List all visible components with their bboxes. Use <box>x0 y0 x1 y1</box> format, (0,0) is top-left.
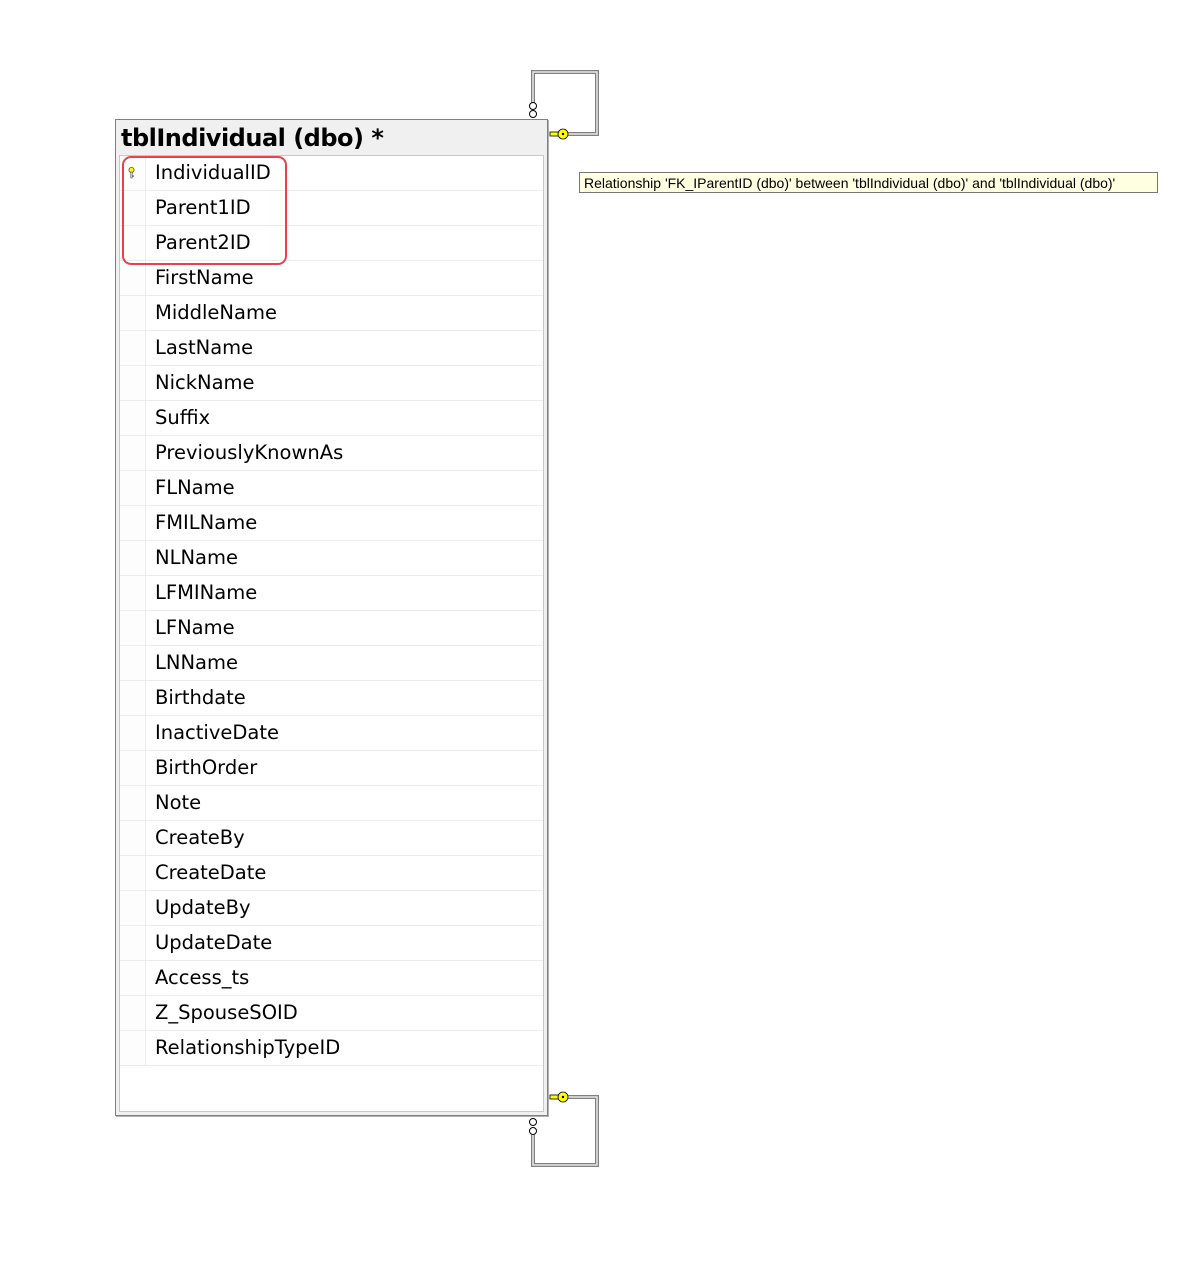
key-icon <box>549 1091 569 1103</box>
column-row[interactable]: Z_SpouseSOID <box>120 996 543 1031</box>
column-name: Access_ts <box>155 966 250 989</box>
column-name: Note <box>155 791 202 814</box>
column-row[interactable]: LastName <box>120 331 543 366</box>
column-row[interactable]: LFName <box>120 611 543 646</box>
column-name: FMILName <box>155 511 258 534</box>
row-selector[interactable] <box>120 471 146 505</box>
column-row[interactable]: BirthOrder <box>120 751 543 786</box>
row-selector[interactable] <box>120 156 146 190</box>
relationship-tooltip: Relationship 'FK_IParentID (dbo)' betwee… <box>579 172 1158 193</box>
row-selector[interactable] <box>120 856 146 890</box>
column-name: FLName <box>155 476 235 499</box>
column-name: LFMIName <box>155 581 258 604</box>
row-selector[interactable] <box>120 296 146 330</box>
column-row[interactable]: FMILName <box>120 506 543 541</box>
row-selector[interactable] <box>120 331 146 365</box>
row-selector[interactable] <box>120 996 146 1030</box>
column-row[interactable]: UpdateDate <box>120 926 543 961</box>
row-selector[interactable] <box>120 436 146 470</box>
column-name: UpdateBy <box>155 896 251 919</box>
column-row[interactable]: Birthdate <box>120 681 543 716</box>
column-row[interactable]: IndividualID <box>120 156 543 191</box>
column-row[interactable]: Suffix <box>120 401 543 436</box>
primary-key-icon <box>128 167 135 179</box>
column-name: PreviouslyKnownAs <box>155 441 344 464</box>
column-row[interactable]: NickName <box>120 366 543 401</box>
row-selector[interactable] <box>120 1031 146 1065</box>
row-selector[interactable] <box>120 961 146 995</box>
column-row[interactable]: Parent1ID <box>120 191 543 226</box>
column-row[interactable]: Access_ts <box>120 961 543 996</box>
row-selector[interactable] <box>120 576 146 610</box>
row-selector[interactable] <box>120 261 146 295</box>
column-name: RelationshipTypeID <box>155 1036 341 1059</box>
column-name: IndividualID <box>155 161 271 184</box>
row-selector[interactable] <box>120 786 146 820</box>
column-name: BirthOrder <box>155 756 258 779</box>
row-selector[interactable] <box>120 821 146 855</box>
column-row[interactable]: InactiveDate <box>120 716 543 751</box>
column-name: Parent2ID <box>155 231 251 254</box>
column-name: Z_SpouseSOID <box>155 1001 298 1024</box>
column-row[interactable]: Parent2ID <box>120 226 543 261</box>
table-title[interactable]: tblIndividual (dbo) * <box>121 124 384 152</box>
row-selector[interactable] <box>120 191 146 225</box>
column-name: MiddleName <box>155 301 277 324</box>
column-row[interactable]: FirstName <box>120 261 543 296</box>
row-selector[interactable] <box>120 751 146 785</box>
column-row[interactable]: LNName <box>120 646 543 681</box>
column-row[interactable]: FLName <box>120 471 543 506</box>
column-row[interactable]: CreateDate <box>120 856 543 891</box>
column-row[interactable]: MiddleName <box>120 296 543 331</box>
row-selector[interactable] <box>120 226 146 260</box>
column-name: CreateDate <box>155 861 267 884</box>
column-name: NickName <box>155 371 255 394</box>
infinity-icon <box>529 102 537 118</box>
row-selector[interactable] <box>120 401 146 435</box>
row-selector[interactable] <box>120 716 146 750</box>
column-name: Birthdate <box>155 686 246 709</box>
column-list[interactable]: IndividualID Parent1ID Parent2ID FirstName M… <box>119 155 544 1112</box>
row-selector[interactable] <box>120 681 146 715</box>
column-name: LastName <box>155 336 254 359</box>
key-icon <box>549 128 569 140</box>
column-row[interactable]: CreateBy <box>120 821 543 856</box>
row-selector[interactable] <box>120 891 146 925</box>
row-selector[interactable] <box>120 611 146 645</box>
column-name: InactiveDate <box>155 721 279 744</box>
column-row[interactable]: NLName <box>120 541 543 576</box>
column-row[interactable]: RelationshipTypeID <box>120 1031 543 1066</box>
infinity-icon <box>529 1118 537 1135</box>
row-selector[interactable] <box>120 926 146 960</box>
row-selector[interactable] <box>120 646 146 680</box>
column-name: LNName <box>155 651 238 674</box>
column-row[interactable]: UpdateBy <box>120 891 543 926</box>
column-name: FirstName <box>155 266 254 289</box>
column-name: UpdateDate <box>155 931 273 954</box>
row-selector[interactable] <box>120 541 146 575</box>
row-selector[interactable] <box>120 366 146 400</box>
table-tblindividual[interactable]: tblIndividual (dbo) * IndividualID Parent… <box>115 119 548 1116</box>
column-name: NLName <box>155 546 238 569</box>
column-name: Parent1ID <box>155 196 251 219</box>
column-row[interactable]: PreviouslyKnownAs <box>120 436 543 471</box>
column-row[interactable]: LFMIName <box>120 576 543 611</box>
column-name: LFName <box>155 616 235 639</box>
column-name: Suffix <box>155 406 211 429</box>
column-name: CreateBy <box>155 826 245 849</box>
row-selector[interactable] <box>120 506 146 540</box>
column-row[interactable]: Note <box>120 786 543 821</box>
